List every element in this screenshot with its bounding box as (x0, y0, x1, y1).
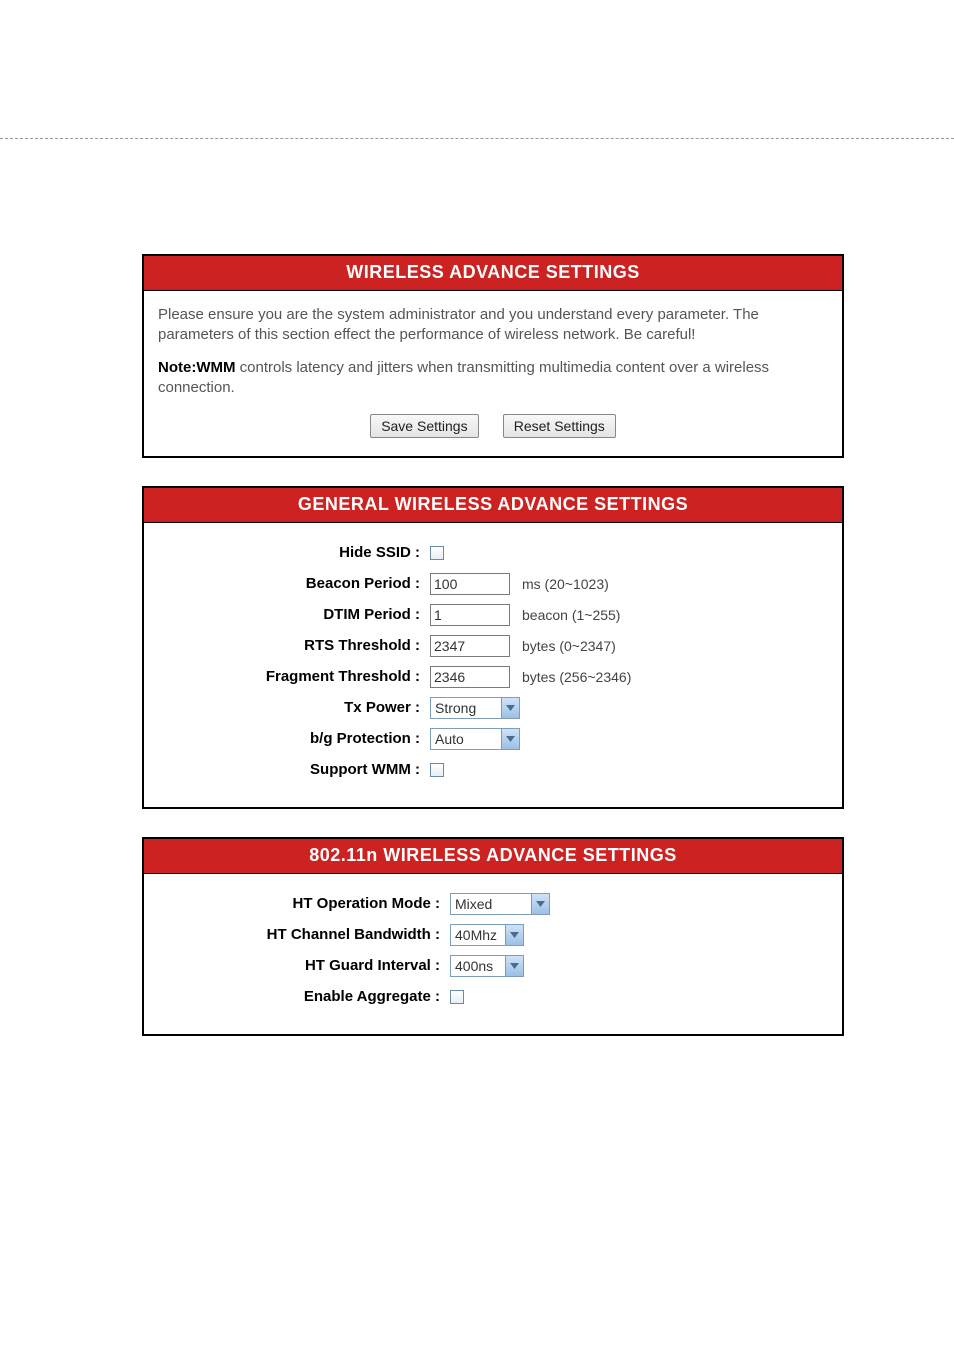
select-tx-power[interactable]: Strong (430, 697, 520, 719)
input-beacon-period[interactable] (430, 573, 510, 595)
row-hide-ssid: Hide SSID : (158, 537, 639, 568)
label-ht-channel-bw: HT Channel Bandwidth : (158, 919, 446, 950)
page-root: WIRELESS ADVANCE SETTINGS Please ensure … (0, 0, 954, 1350)
panel-80211n-wireless: 802.11n WIRELESS ADVANCE SETTINGS HT Ope… (142, 837, 844, 1036)
divider-line (0, 138, 954, 139)
panel-wireless-advance: WIRELESS ADVANCE SETTINGS Please ensure … (142, 254, 844, 458)
80211n-settings-table: HT Operation Mode : Mixed HT Channel Ban… (158, 888, 554, 1012)
panel-body: HT Operation Mode : Mixed HT Channel Ban… (144, 874, 842, 1034)
label-fragment-threshold: Fragment Threshold : (158, 661, 426, 692)
note-text: Note:WMM controls latency and jitters wh… (158, 358, 828, 399)
row-tx-power: Tx Power : Strong (158, 692, 639, 723)
note-body: controls latency and jitters when transm… (158, 359, 769, 396)
row-fragment-threshold: Fragment Threshold : bytes (256~2346) (158, 661, 639, 692)
label-hide-ssid: Hide SSID : (158, 537, 426, 568)
suffix-dtim-period: beacon (1~255) (514, 599, 639, 630)
panel-general-wireless: GENERAL WIRELESS ADVANCE SETTINGS Hide S… (142, 486, 844, 809)
checkbox-enable-aggregate[interactable] (450, 990, 464, 1004)
select-value: Mixed (451, 894, 531, 914)
checkbox-support-wmm[interactable] (430, 763, 444, 777)
row-rts-threshold: RTS Threshold : bytes (0~2347) (158, 630, 639, 661)
checkbox-hide-ssid[interactable] (430, 546, 444, 560)
row-ht-channel-bw: HT Channel Bandwidth : 40Mhz (158, 919, 554, 950)
label-enable-aggregate: Enable Aggregate : (158, 981, 446, 1012)
label-rts-threshold: RTS Threshold : (158, 630, 426, 661)
select-bg-protection[interactable]: Auto (430, 728, 520, 750)
reset-settings-button[interactable]: Reset Settings (503, 414, 616, 438)
panel-title: GENERAL WIRELESS ADVANCE SETTINGS (144, 488, 842, 523)
row-enable-aggregate: Enable Aggregate : (158, 981, 554, 1012)
input-fragment-threshold[interactable] (430, 666, 510, 688)
row-support-wmm: Support WMM : (158, 754, 639, 785)
label-dtim-period: DTIM Period : (158, 599, 426, 630)
input-rts-threshold[interactable] (430, 635, 510, 657)
select-value: Auto (431, 729, 501, 749)
label-ht-op-mode: HT Operation Mode : (158, 888, 446, 919)
select-value: 400ns (451, 956, 505, 976)
row-dtim-period: DTIM Period : beacon (1~255) (158, 599, 639, 630)
chevron-down-icon (501, 698, 519, 718)
row-bg-protection: b/g Protection : Auto (158, 723, 639, 754)
panel-body: Hide SSID : Beacon Period : ms (20~1023)… (144, 523, 842, 807)
select-ht-op-mode[interactable]: Mixed (450, 893, 550, 915)
label-support-wmm: Support WMM : (158, 754, 426, 785)
label-ht-guard-interval: HT Guard Interval : (158, 950, 446, 981)
chevron-down-icon (501, 729, 519, 749)
content-area: WIRELESS ADVANCE SETTINGS Please ensure … (142, 254, 844, 1064)
button-row: Save Settings Reset Settings (158, 414, 828, 438)
select-value: Strong (431, 698, 501, 718)
label-beacon-period: Beacon Period : (158, 568, 426, 599)
suffix-fragment-threshold: bytes (256~2346) (514, 661, 639, 692)
label-bg-protection: b/g Protection : (158, 723, 426, 754)
select-ht-guard-interval[interactable]: 400ns (450, 955, 524, 977)
panel-title: 802.11n WIRELESS ADVANCE SETTINGS (144, 839, 842, 874)
save-settings-button[interactable]: Save Settings (370, 414, 478, 438)
row-beacon-period: Beacon Period : ms (20~1023) (158, 568, 639, 599)
chevron-down-icon (531, 894, 549, 914)
select-ht-channel-bw[interactable]: 40Mhz (450, 924, 524, 946)
chevron-down-icon (505, 925, 523, 945)
suffix-beacon-period: ms (20~1023) (514, 568, 639, 599)
note-label: Note:WMM (158, 359, 235, 376)
select-value: 40Mhz (451, 925, 505, 945)
label-tx-power: Tx Power : (158, 692, 426, 723)
intro-text: Please ensure you are the system adminis… (158, 305, 828, 346)
suffix-rts-threshold: bytes (0~2347) (514, 630, 639, 661)
chevron-down-icon (505, 956, 523, 976)
panel-title: WIRELESS ADVANCE SETTINGS (144, 256, 842, 291)
input-dtim-period[interactable] (430, 604, 510, 626)
row-ht-guard-interval: HT Guard Interval : 400ns (158, 950, 554, 981)
row-ht-op-mode: HT Operation Mode : Mixed (158, 888, 554, 919)
general-settings-table: Hide SSID : Beacon Period : ms (20~1023)… (158, 537, 639, 785)
panel-body: Please ensure you are the system adminis… (144, 291, 842, 456)
